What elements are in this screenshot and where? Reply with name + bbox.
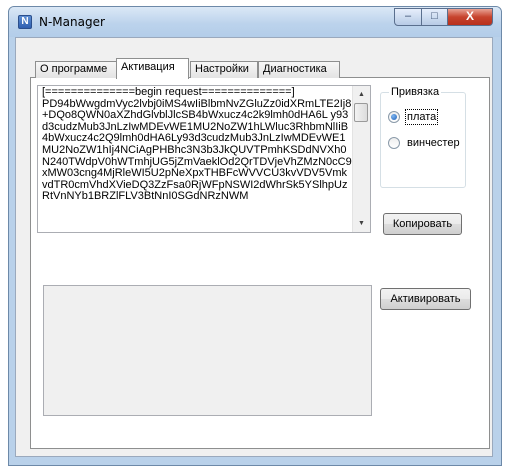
radio-board-label[interactable]: плата (404, 109, 439, 125)
radio-board-indicator[interactable] (388, 111, 400, 123)
minimize-button[interactable]: – (394, 8, 422, 26)
maximize-button[interactable]: □ (421, 8, 448, 26)
tab-diagnostics[interactable]: Диагностика (258, 61, 340, 78)
binding-group-label: Привязка (389, 86, 442, 98)
title-bar[interactable]: N N-Manager – □ X (9, 7, 501, 37)
app-icon: N (18, 15, 32, 29)
tab-settings[interactable]: Настройки (190, 61, 258, 78)
activation-code-input[interactable] (43, 285, 372, 416)
request-textbox[interactable]: [==============begin request============… (37, 85, 371, 233)
copy-button[interactable]: Копировать (383, 213, 462, 235)
window-title: N-Manager (39, 15, 105, 29)
radio-hdd-indicator[interactable] (388, 137, 400, 149)
scroll-up-icon[interactable]: ▲ (353, 86, 370, 103)
radio-hdd-label[interactable]: винчестер (407, 136, 460, 150)
tab-activation[interactable]: Активация (116, 58, 189, 79)
scroll-down-icon[interactable]: ▼ (353, 215, 370, 232)
request-text: [==============begin request============… (42, 86, 352, 203)
tab-about[interactable]: О программе (35, 61, 117, 78)
activate-button[interactable]: Активировать (380, 288, 471, 310)
request-scrollbar[interactable]: ▲ ▼ (352, 86, 370, 232)
close-button[interactable]: X (447, 8, 493, 26)
scroll-thumb[interactable] (354, 103, 368, 122)
